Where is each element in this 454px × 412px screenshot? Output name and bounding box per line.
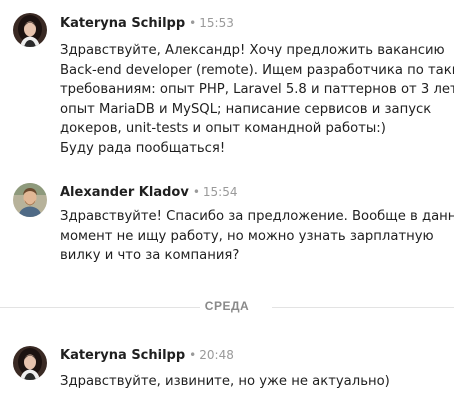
message-author[interactable]: Kateryna Schilpp (60, 348, 185, 363)
female-user-avatar-icon[interactable] (13, 346, 47, 380)
female-user-avatar-icon[interactable] (13, 13, 47, 47)
message-timestamp[interactable]: 20:48 (199, 348, 234, 362)
header-separator: • (189, 348, 197, 362)
message-text: Здравствуйте! Спасибо за предложение. Во… (60, 209, 454, 263)
header-separator: • (189, 16, 197, 30)
message-timestamp[interactable]: 15:54 (203, 185, 238, 199)
male-user-avatar-icon[interactable] (13, 183, 47, 217)
message-text: Здравствуйте, извините, но уже не актуал… (60, 374, 390, 389)
message-author[interactable]: Alexander Kladov (60, 185, 189, 200)
day-divider: СРЕДА (0, 297, 454, 317)
message-timestamp[interactable]: 15:53 (199, 16, 234, 30)
message-author[interactable]: Kateryna Schilpp (60, 16, 185, 31)
message-text: Здравствуйте, Александр! Хочу предложить… (60, 43, 454, 156)
day-divider-label: СРЕДА (204, 299, 250, 313)
header-separator: • (192, 185, 200, 199)
